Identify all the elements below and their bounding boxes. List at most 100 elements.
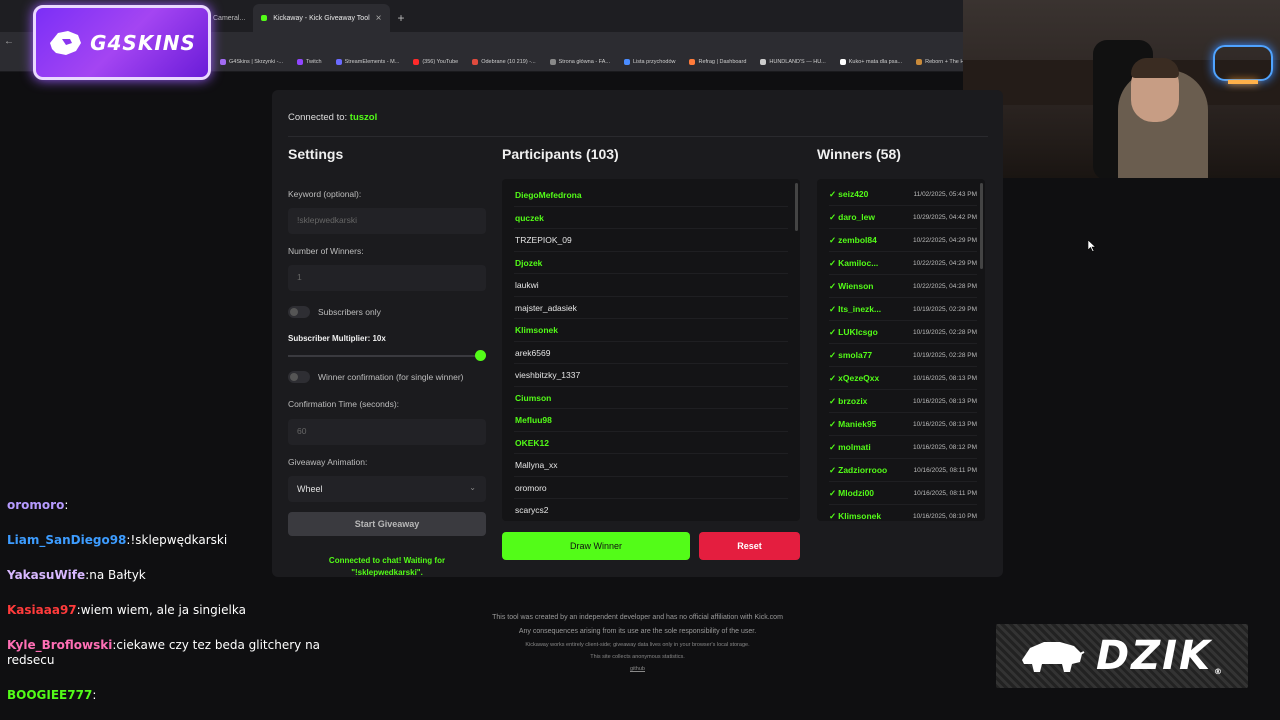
- bookmark-favicon-icon: [220, 58, 226, 65]
- winner-date: 10/22/2025, 04:29 PM: [913, 259, 977, 267]
- checkmark-icon: ✓: [829, 234, 837, 245]
- winner-name-cell: ✓ Mlodzi00: [829, 488, 874, 499]
- chat-username: Kyle_Broflowski: [7, 638, 113, 652]
- tab-label: Kickaway - Kick Giveaway Tool: [273, 14, 370, 22]
- bookmark-item[interactable]: StreamElements - M...: [335, 58, 399, 65]
- close-tab-icon[interactable]: ×: [376, 13, 382, 24]
- winner-date: 10/22/2025, 04:28 PM: [913, 282, 977, 290]
- participant-row: Mefluu98: [514, 409, 788, 432]
- bookmark-item[interactable]: G4Skins | Skrzynki -...: [220, 58, 283, 65]
- winners-scrollbar[interactable]: [980, 183, 983, 269]
- chat-username: oromoro: [7, 498, 65, 512]
- winner-row: ✓ Mlodzi00 10/16/2025, 08:11 PM: [829, 482, 977, 505]
- confirmation-time-input[interactable]: 60: [288, 419, 486, 445]
- bookmark-label: (356) YouTube: [422, 58, 459, 65]
- footer-disclaimer-1: This tool was created by an independent …: [492, 614, 783, 621]
- winner-date: 10/16/2025, 08:13 PM: [913, 397, 977, 405]
- winner-date: 10/16/2025, 08:13 PM: [913, 374, 977, 382]
- checkmark-icon: ✓: [829, 487, 837, 498]
- chat-message: Kasiaaa97:wiem wiem, ale ja singielka: [7, 603, 347, 618]
- participants-scrollbar[interactable]: [795, 183, 798, 231]
- tab-kickaway[interactable]: Kickaway - Kick Giveaway Tool ×: [253, 4, 390, 32]
- toggle-knob: [290, 308, 298, 316]
- bookmark-label: G4Skins | Skrzynki -...: [229, 58, 283, 65]
- settings-title: Settings: [288, 146, 344, 162]
- participant-row: DiegoMefedrona: [514, 184, 788, 207]
- winner-date: 10/19/2025, 02:28 PM: [913, 328, 977, 336]
- multiplier-slider-thumb[interactable]: [475, 350, 486, 361]
- subscribers-only-label: Subscribers only: [318, 307, 381, 317]
- bookmark-label: Lista przychodów: [632, 58, 676, 65]
- participant-row: Klimsonek: [514, 319, 788, 342]
- winner-row: ✓ xQezeQxx 10/16/2025, 08:13 PM: [829, 367, 977, 390]
- winners-title: Winners (58): [817, 146, 901, 162]
- participant-row: quczek: [514, 207, 788, 229]
- winners-list[interactable]: ✓ seiz420 11/02/2025, 05:43 PM ✓ daro_lew 10/…: [817, 179, 985, 521]
- webcam-neon-light: [1228, 80, 1258, 84]
- mouse-cursor-icon: [1088, 240, 1096, 252]
- winner-date: 10/16/2025, 08:12 PM: [913, 443, 977, 451]
- new-tab-button[interactable]: +: [390, 4, 413, 32]
- bookmark-favicon-icon: [549, 58, 556, 65]
- keyword-label: Keyword (optional):: [288, 189, 362, 199]
- winner-name: daro_lew: [838, 211, 875, 222]
- start-giveaway-button[interactable]: Start Giveaway: [288, 512, 486, 536]
- keyword-input[interactable]: !sklepwedkarski: [288, 208, 486, 234]
- channel-name: tuszol: [349, 112, 378, 123]
- connected-label: Connected to:: [288, 112, 348, 123]
- winner-row: ✓ Klimsonek 10/16/2025, 08:10 PM: [829, 505, 977, 521]
- lion-icon: [50, 30, 82, 55]
- multiplier-label: Subscriber Multiplier: 10x: [288, 334, 386, 343]
- chat-text: wiem wiem, ale ja singielka: [80, 603, 246, 617]
- winner-name: seiz420: [838, 188, 869, 199]
- winner-name-cell: ✓ Kamiloc...: [829, 258, 878, 269]
- bookmark-label: Odebrane (10 219) -...: [481, 58, 536, 65]
- bookmark-item[interactable]: HUNDLAND'S — HU...: [760, 58, 826, 65]
- multiplier-slider[interactable]: [288, 355, 480, 357]
- webcam-neon-sign: [1213, 45, 1273, 81]
- checkmark-icon: ✓: [829, 280, 837, 291]
- winner-name: Mlodzi00: [838, 487, 875, 498]
- bookmark-item[interactable]: Kuko+ mata dla psa...: [839, 58, 902, 65]
- participant-row: laukwi: [514, 274, 788, 297]
- footer-stats-note: This site collects anonymous statistics.: [590, 654, 685, 660]
- back-icon[interactable]: ←: [4, 36, 14, 47]
- nav-icons: ←: [4, 36, 14, 47]
- bookmark-label: Twitch: [306, 58, 322, 65]
- winner-row: ✓ Kamiloc... 10/22/2025, 04:29 PM: [829, 252, 977, 275]
- participants-list[interactable]: DiegoMefedrona quczek TRZEPIOK_09 Djozek lau…: [502, 179, 800, 521]
- participants-title: Participants (103): [502, 146, 619, 162]
- bookmark-item[interactable]: (356) YouTube: [413, 58, 459, 65]
- bookmark-item[interactable]: Refrag | Dashboard: [689, 58, 746, 65]
- checkmark-icon: ✓: [829, 349, 837, 360]
- toggle-knob: [290, 373, 298, 381]
- winners-count-input[interactable]: 1: [288, 265, 486, 291]
- participant-row: arek6569: [514, 342, 788, 364]
- bookmark-item[interactable]: Odebrane (10 219) -...: [472, 58, 536, 65]
- bookmark-label: HUNDLAND'S — HU...: [769, 58, 826, 65]
- chat-message: Kyle_Broflowski:ciekawe czy tez beda gli…: [7, 638, 347, 668]
- dzik-wordmark: DZIK: [1095, 633, 1213, 679]
- bookmark-favicon-icon: [297, 58, 303, 65]
- reset-button[interactable]: Reset: [699, 532, 800, 560]
- winner-name-cell: ✓ LUKIcsgo: [829, 327, 878, 338]
- winners-items: ✓ seiz420 11/02/2025, 05:43 PM ✓ daro_lew 10/…: [817, 179, 985, 521]
- winner-name-cell: ✓ molmati: [829, 442, 871, 453]
- bookmark-favicon-icon: [839, 58, 846, 65]
- webcam-feed: [963, 0, 1280, 178]
- winner-confirmation-toggle[interactable]: [288, 371, 310, 383]
- github-link[interactable]: github: [380, 663, 895, 675]
- bookmark-item[interactable]: Strona główna - FA...: [549, 58, 610, 65]
- bookmark-favicon-icon: [916, 58, 923, 65]
- winner-row: ✓ smola77 10/19/2025, 02:28 PM: [829, 344, 977, 367]
- winner-name-cell: ✓ daro_lew: [829, 212, 875, 223]
- winner-date: 10/22/2025, 04:29 PM: [913, 236, 977, 244]
- animation-select[interactable]: Wheel ⌄: [288, 476, 486, 502]
- bookmark-item[interactable]: Lista przychodów: [623, 58, 676, 65]
- chat-username: Liam_SanDiego98: [7, 533, 127, 547]
- draw-winner-button[interactable]: Draw Winner: [502, 532, 690, 560]
- tab-cameral[interactable]: Cameral...: [205, 4, 253, 32]
- bookmark-item[interactable]: Twitch: [297, 58, 322, 65]
- registered-mark: ®: [1214, 667, 1225, 676]
- subscribers-only-toggle[interactable]: [288, 306, 310, 318]
